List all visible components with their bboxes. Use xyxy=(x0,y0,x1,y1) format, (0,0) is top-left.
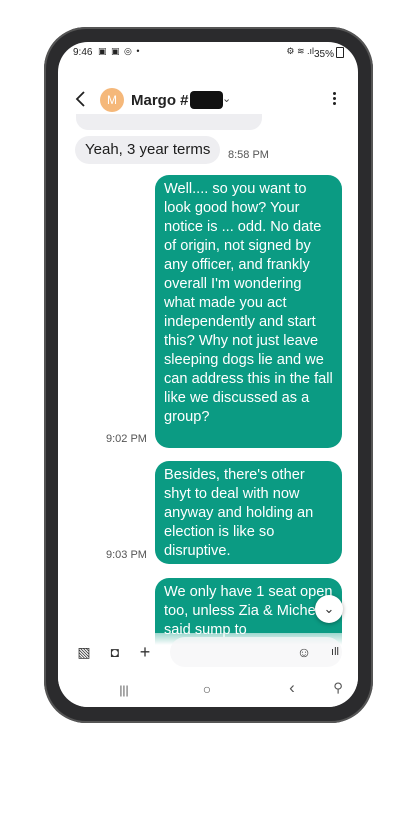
home-icon[interactable]: ○ xyxy=(197,681,217,697)
contact-name[interactable]: Margo # xyxy=(131,91,223,109)
camera-icon[interactable]: ◘ xyxy=(107,644,123,660)
gallery-icon[interactable]: ▧ xyxy=(76,644,92,660)
status-bar: 9:46 ▣ ▣ ◎ • ⚙ ≋ .ıl 35% xyxy=(58,42,358,64)
scroll-down-button[interactable]: ⌄ xyxy=(315,595,343,623)
received-message[interactable]: Yeah, 3 year terms xyxy=(75,136,221,164)
phone-screen: 9:46 ▣ ▣ ◎ • ⚙ ≋ .ıl 35% M Margo # ⌄ Yea… xyxy=(58,42,358,707)
system-nav-bar: ||| ○ ‹ ⚲ xyxy=(58,673,358,707)
message-time: 9:02 PM xyxy=(106,433,147,445)
sent-message[interactable]: Well.... so you want to look good how? Y… xyxy=(155,175,342,448)
recents-icon[interactable]: ||| xyxy=(114,683,134,697)
battery-indicator: 35% xyxy=(314,47,344,60)
message-composer: ▧ ◘ + ☺ ıll xyxy=(58,633,358,673)
battery-percent: 35% xyxy=(313,49,334,60)
emoji-icon[interactable]: ☺ xyxy=(296,644,312,660)
message-time: 8:58 PM xyxy=(228,149,269,161)
plus-icon[interactable]: + xyxy=(137,643,153,661)
voice-input-icon[interactable]: ıll xyxy=(327,644,343,660)
redaction-box xyxy=(189,91,223,109)
status-time: 9:46 xyxy=(73,47,93,58)
battery-icon xyxy=(336,47,344,58)
accessibility-icon[interactable]: ⚲ xyxy=(328,680,348,696)
message-time: 9:03 PM xyxy=(106,549,147,561)
avatar[interactable]: M xyxy=(100,88,124,112)
signal-icons: ⚙ ≋ .ıl xyxy=(286,46,314,56)
nav-back-icon[interactable]: ‹ xyxy=(282,678,302,698)
previous-message-bubble xyxy=(76,114,262,130)
contact-name-text: Margo # xyxy=(131,92,189,109)
back-arrow-icon[interactable] xyxy=(74,89,90,109)
message-input[interactable] xyxy=(170,637,342,667)
more-options-icon[interactable] xyxy=(329,90,339,107)
sent-message[interactable]: Besides, there's other shyt to deal with… xyxy=(155,461,342,564)
conversation-header: M Margo # ⌄ xyxy=(58,82,358,118)
notification-icons: ▣ ▣ ◎ • xyxy=(98,46,141,56)
chevron-down-icon[interactable]: ⌄ xyxy=(222,92,231,105)
